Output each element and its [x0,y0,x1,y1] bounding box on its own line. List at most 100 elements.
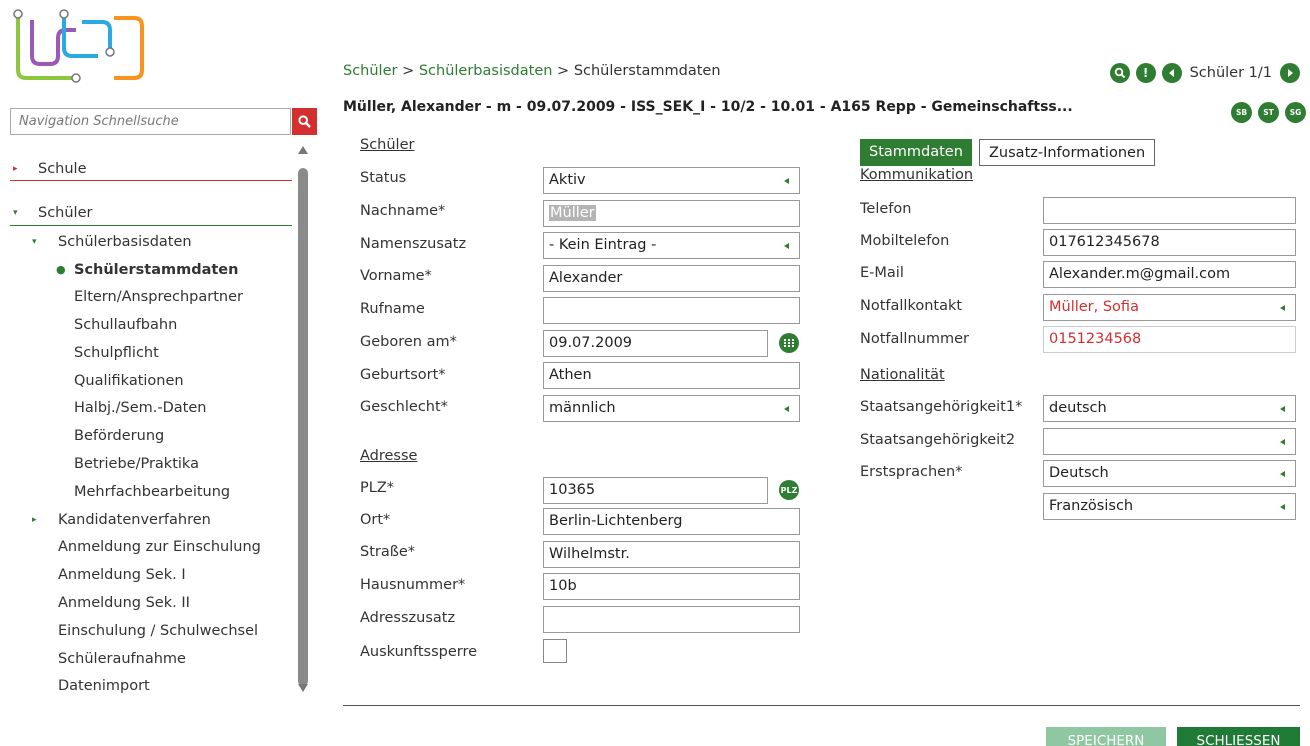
erstsprache2-select[interactable]: Französisch [1043,493,1296,520]
nav-search-input[interactable] [10,108,291,135]
scroll-thumb[interactable] [298,168,308,686]
rufname-input[interactable] [543,297,800,324]
alert-icon[interactable]: ! [1135,63,1156,83]
nav-item-befoerderung[interactable]: Beförderung [74,423,164,449]
status-select[interactable]: Aktiv [543,167,800,194]
nav-item-schueleraufnahme[interactable]: Schüleraufnahme [58,646,186,672]
auskunftssperre-checkbox[interactable] [543,639,567,663]
nav-item-schueler[interactable]: ▾ Schüler [10,200,92,226]
label-erstsprachen: Erstsprachen* [860,464,963,480]
nav-item-qualifikationen[interactable]: Qualifikationen [74,368,184,394]
nav-item-einschulung-schulwechsel[interactable]: Einschulung / Schulwechsel [58,618,258,644]
label-telefon: Telefon [860,201,912,217]
next-icon[interactable] [1280,63,1300,83]
nav-item-schule[interactable]: ▸ Schule [10,156,87,182]
caret-right-icon: ▸ [32,515,37,525]
record-navigation: ! Schüler 1/1 [1109,62,1300,84]
label-staatsangehoerigkeit2: Staatsangehörigkeit2 [860,432,1016,448]
previous-icon[interactable] [1161,63,1182,83]
strasse-input[interactable]: Wilhelmstr. [543,541,800,568]
section-title-adresse: Adresse [360,448,418,464]
caret-down-icon: ▾ [32,237,37,247]
label-mobiltelefon: Mobiltelefon [860,233,950,249]
search-icon [298,115,311,128]
namenszusatz-select[interactable]: - Kein Eintrag - [543,232,800,259]
nav-item-schulpflicht[interactable]: Schulpflicht [74,340,159,366]
label-notfallnummer: Notfallnummer [860,331,969,347]
notfallkontakt-select[interactable]: Müller, Sofia [1043,294,1296,321]
section-title-nationalitaet: Nationalität [860,367,945,383]
nav-item-mehrfachbearbeitung[interactable]: Mehrfachbearbeitung [74,479,230,505]
staatsangehoerigkeit1-select[interactable]: deutsch [1043,395,1296,422]
nav-item-datenimport[interactable]: Datenimport [58,673,150,699]
label-strasse: Straße* [360,544,416,560]
nav-item-eltern[interactable]: Eltern/Ansprechpartner [74,284,243,310]
breadcrumb-schueler[interactable]: Schüler [343,63,397,79]
plz-input[interactable]: 10365 [543,477,768,504]
nav-scrollbar[interactable] [296,146,310,692]
label-geboren: Geboren am* [360,334,457,350]
label-notfallkontakt: Notfallkontakt [860,298,963,314]
erstsprache1-select[interactable]: Deutsch [1043,460,1296,487]
hausnummer-input[interactable]: 10b [543,573,800,600]
save-button[interactable]: SPEICHERN [1046,727,1166,746]
label-ort: Ort* [360,512,391,528]
telefon-input[interactable] [1043,197,1296,224]
tab-stammdaten[interactable]: Stammdaten [860,139,972,166]
breadcrumb-schuelerbasisdaten[interactable]: Schülerbasisdaten [419,63,553,79]
nav-item-anmeldung-sek2[interactable]: Anmeldung Sek. II [58,590,190,616]
scroll-down-icon[interactable] [298,684,308,692]
nav-item-anmeldung-einschulung[interactable]: Anmeldung zur Einschulung [58,534,261,560]
status-badges: SB ST SG [1231,102,1306,123]
label-rufname: Rufname [360,301,425,317]
pager-label: Schüler 1/1 [1189,65,1272,81]
section-title-schueler: Schüler [360,137,415,153]
geschlecht-select[interactable]: männlich [543,395,800,422]
breadcrumb: Schüler > Schülerbasisdaten > Schülersta… [343,63,721,79]
nav-item-kandidatenverfahren[interactable]: ▸ Kandidatenverfahren [10,507,211,533]
nachname-input[interactable]: Müller [543,200,800,227]
nav-item-schuelerbasisdaten[interactable]: ▾ Schülerbasisdaten [10,229,192,255]
section-title-kommunikation: Kommunikation [860,167,974,183]
nav-divider [10,180,292,181]
label-vorname: Vorname* [360,268,432,284]
staatsangehoerigkeit2-select[interactable] [1043,428,1296,455]
ort-input[interactable]: Berlin-Lichtenberg [543,508,800,535]
geburtsdatum-input[interactable]: 09.07.2009 [543,330,768,357]
search-button[interactable] [292,108,317,135]
label-nachname: Nachname* [360,203,446,219]
caret-down-icon: ▾ [13,208,18,218]
label-geschlecht: Geschlecht* [360,399,448,415]
badge-sg[interactable]: SG [1285,102,1306,123]
adresszusatz-input[interactable] [543,606,800,633]
geburtsort-input[interactable]: Athen [543,362,800,389]
label-status: Status [360,170,407,186]
badge-sb[interactable]: SB [1231,102,1252,123]
mobiltelefon-input[interactable]: 017612345678 [1043,229,1296,256]
email-input[interactable]: Alexander.m@gmail.com [1043,261,1296,288]
vorname-input[interactable]: Alexander [543,265,800,292]
label-geburtsort: Geburtsort* [360,367,446,383]
tab-zusatz-informationen[interactable]: Zusatz-Informationen [979,139,1156,166]
badge-st[interactable]: ST [1258,102,1279,123]
breadcrumb-current: Schülerstammdaten [573,63,721,79]
plz-lookup-button[interactable]: PLZ [779,480,799,500]
label-adresszusatz: Adresszusatz [360,610,456,626]
nav-item-schuelerstammdaten[interactable]: ● Schülerstammdaten [10,257,238,283]
label-namenszusatz: Namenszusatz [360,236,467,252]
scroll-up-icon[interactable] [298,146,308,154]
caret-right-icon: ▸ [13,164,18,174]
nav-item-betriebe[interactable]: Betriebe/Praktika [74,451,199,477]
nav-item-schullaufbahn[interactable]: Schullaufbahn [74,312,177,338]
nav-item-halbjahresdaten[interactable]: Halbj./Sem.-Daten [74,395,206,421]
label-auskunftssperre: Auskunftssperre [360,644,478,660]
active-dot-icon: ● [56,263,66,276]
footer-divider [343,705,1300,706]
nav-item-anmeldung-sek1[interactable]: Anmeldung Sek. I [58,562,186,588]
label-email: E-Mail [860,265,904,281]
calendar-icon[interactable] [779,333,799,353]
close-button[interactable]: SCHLIESSEN [1177,727,1300,746]
label-hausnummer: Hausnummer* [360,577,466,593]
student-title: Müller, Alexander - m - 09.07.2009 - ISS… [343,99,1073,115]
zoom-icon[interactable] [1109,63,1130,83]
